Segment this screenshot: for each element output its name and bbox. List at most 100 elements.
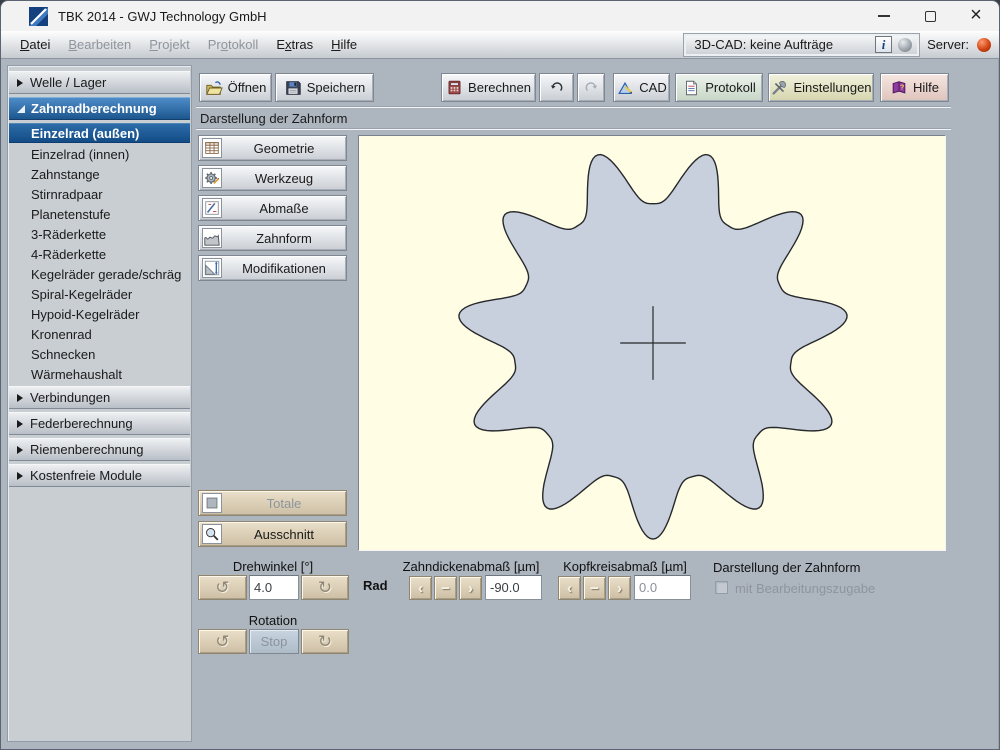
rotation-cw-button[interactable]: ↻: [301, 629, 349, 654]
collapsed-arrow-icon: [17, 394, 23, 402]
drawing-pencil-icon: [202, 198, 222, 218]
document-icon: [682, 79, 700, 97]
rotation-ccw-button[interactable]: ↺: [198, 629, 247, 654]
sidebar-item-einzelrad-aussen[interactable]: Einzelrad (außen): [9, 123, 190, 143]
rotate-right-step-button[interactable]: ↻: [301, 575, 349, 600]
toolbar: Öffnen Speichern: [196, 73, 951, 102]
gear-tool-icon: [202, 168, 222, 188]
minus-icon: −: [590, 581, 599, 596]
zahndicken-reset-button[interactable]: −: [434, 576, 457, 600]
sidebar-item-4-raederkette[interactable]: 4-Räderkette: [9, 244, 190, 264]
kopfkreis-input[interactable]: [634, 575, 691, 600]
collapsed-arrow-icon: [17, 79, 23, 87]
tools-icon: [770, 79, 788, 97]
menu-protokoll: Protokoll: [199, 33, 268, 56]
drehwinkel-input[interactable]: [249, 575, 299, 600]
bearbeitungszugabe-label: mit Bearbeitungszugabe: [735, 581, 875, 596]
kopfkreis-reset-button[interactable]: −: [583, 576, 606, 600]
sidebar-header-riemenberechnung[interactable]: Riemenberechnung: [9, 438, 190, 461]
close-button[interactable]: ×: [953, 1, 999, 31]
sidebar-item-stirnradpaar[interactable]: Stirnradpaar: [9, 184, 190, 204]
minimize-icon: [878, 15, 890, 17]
gear-svg: [359, 136, 945, 550]
collapsed-arrow-icon: [17, 446, 23, 454]
protocol-button[interactable]: Protokoll: [675, 73, 763, 102]
app-window: TBK 2014 - GWJ Technology GmbH × Datei B…: [0, 0, 1000, 750]
expanded-arrow-icon: [17, 105, 25, 113]
window-title: TBK 2014 - GWJ Technology GmbH: [58, 9, 267, 24]
open-button[interactable]: Öffnen: [199, 73, 272, 102]
kopfkreis-label: Kopfkreisabmaß [µm]: [554, 559, 696, 574]
server-label: Server:: [927, 37, 969, 52]
server-status-indicator: [977, 38, 991, 52]
modifikationen-button[interactable]: Modifikationen: [198, 255, 347, 281]
cad-status-text: 3D-CAD: keine Aufträge: [694, 37, 869, 52]
chevron-right-icon: ›: [468, 581, 473, 596]
rotate-ccw-icon: ↺: [215, 579, 229, 596]
section-title: Darstellung der Zahnform: [196, 108, 951, 128]
content-area: Geometrie: [196, 135, 951, 551]
title-bar: TBK 2014 - GWJ Technology GmbH ×: [1, 1, 999, 31]
rotate-cw-icon: ↻: [318, 633, 332, 650]
settings-button[interactable]: Einstellungen: [768, 73, 874, 102]
sidebar-item-kronenrad[interactable]: Kronenrad: [9, 324, 190, 344]
abmasse-button[interactable]: Abmaße: [198, 195, 347, 221]
view-button-column: Geometrie: [198, 135, 350, 551]
modification-icon: [202, 258, 222, 278]
kopfkreis-increase-button[interactable]: ›: [608, 576, 631, 600]
sidebar-item-zahnstange[interactable]: Zahnstange: [9, 164, 190, 184]
werkzeug-button[interactable]: Werkzeug: [198, 165, 347, 191]
sidebar-item-schnecken[interactable]: Schnecken: [9, 344, 190, 364]
rotate-left-step-button[interactable]: ↺: [198, 575, 247, 600]
sidebar-header-federberechnung[interactable]: Federberechnung: [9, 412, 190, 435]
redo-button: [577, 73, 605, 102]
menu-hilfe[interactable]: Hilfe: [322, 33, 366, 56]
zahnform-button[interactable]: Zahnform: [198, 225, 347, 251]
rotate-ccw-icon: ↺: [215, 633, 229, 650]
sidebar-header-welle-lager[interactable]: Welle / Lager: [9, 71, 190, 94]
main-panel: Öffnen Speichern: [196, 59, 951, 750]
undo-button[interactable]: [539, 73, 574, 102]
menu-datei[interactable]: Datei: [11, 33, 59, 56]
minimize-button[interactable]: [861, 1, 907, 31]
tooth-form-icon: [202, 228, 222, 248]
kopfkreis-decrease-button[interactable]: ‹: [558, 576, 581, 600]
menu-extras[interactable]: Extras: [267, 33, 322, 56]
zahndicken-input[interactable]: [485, 575, 542, 600]
zahndicken-decrease-button[interactable]: ‹: [409, 576, 432, 600]
sidebar-item-planetenstufe[interactable]: Planetenstufe: [9, 204, 190, 224]
menu-bar: Datei Bearbeiten Projekt Protokoll Extra…: [1, 31, 999, 59]
sidebar-item-kegelraeder[interactable]: Kegelräder gerade/schräg: [9, 264, 190, 284]
maximize-button[interactable]: [907, 1, 953, 31]
menubar-right: 3D-CAD: keine Aufträge i Server:: [684, 34, 991, 56]
geometrie-button[interactable]: Geometrie: [198, 135, 347, 161]
collapsed-arrow-icon: [17, 472, 23, 480]
sidebar-item-einzelrad-innen[interactable]: Einzelrad (innen): [9, 144, 190, 164]
separator-line: [196, 128, 951, 130]
darstellung-label: Darstellung der Zahnform: [713, 560, 860, 575]
cad-button[interactable]: CAD: [613, 73, 670, 102]
sidebar-header-kostenfreie-module[interactable]: Kostenfreie Module: [9, 464, 190, 487]
sidebar-item-3-raederkette[interactable]: 3-Räderkette: [9, 224, 190, 244]
calculate-button[interactable]: Berechnen: [441, 73, 536, 102]
sidebar-header-verbindungen[interactable]: Verbindungen: [9, 386, 190, 409]
help-button[interactable]: ? Hilfe: [880, 73, 949, 102]
sidebar-item-hypoid-kegelraeder[interactable]: Hypoid-Kegelräder: [9, 304, 190, 324]
info-button[interactable]: i: [875, 36, 892, 53]
zahndicken-label: Zahndickenabmaß [µm]: [396, 559, 546, 574]
controls-panel: Drehwinkel [°] ↺ ↻ Rad Zahndickenabmaß […: [196, 551, 951, 701]
gear-drawing-canvas[interactable]: [358, 135, 946, 551]
sidebar-header-zahnradberechnung[interactable]: Zahnradberechnung: [9, 97, 190, 120]
chevron-left-icon: ‹: [567, 581, 572, 596]
module-sidebar: Welle / Lager Zahnradberechnung Einzelra…: [7, 65, 192, 742]
minus-icon: −: [441, 581, 450, 596]
save-button[interactable]: Speichern: [275, 73, 374, 102]
sidebar-item-waermehaushalt[interactable]: Wärmehaushalt: [9, 364, 190, 384]
ausschnitt-button[interactable]: Ausschnitt: [198, 521, 347, 547]
cad-triangle-icon: [616, 79, 634, 97]
undo-icon: [548, 79, 565, 96]
full-view-icon: [202, 493, 222, 513]
sidebar-item-spiral-kegelraeder[interactable]: Spiral-Kegelräder: [9, 284, 190, 304]
magnifier-icon: [202, 524, 222, 544]
zahndicken-increase-button[interactable]: ›: [459, 576, 482, 600]
